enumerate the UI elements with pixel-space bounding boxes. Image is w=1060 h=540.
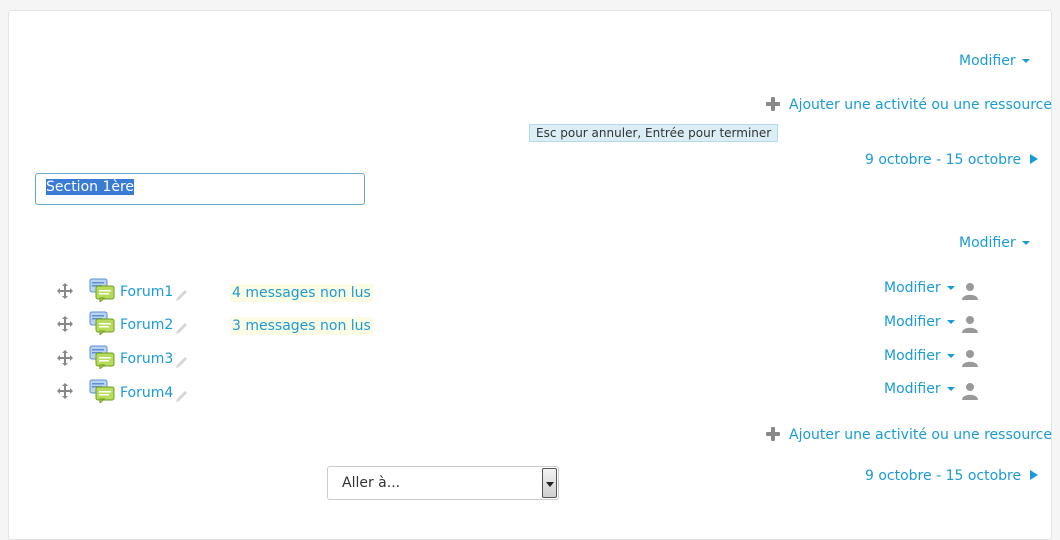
arrow-right-icon — [1029, 154, 1038, 164]
add-activity-link-bottom[interactable]: Ajouter une activité ou une ressource — [765, 426, 1052, 443]
modifier-label: Modifier — [884, 314, 941, 330]
section-modifier-menu-top[interactable]: Modifier — [959, 53, 1030, 69]
move-icon[interactable] — [57, 283, 73, 299]
date-range-link-bottom[interactable]: 9 octobre - 15 octobre — [865, 468, 1039, 484]
move-icon[interactable] — [57, 350, 73, 366]
forum-icon — [89, 379, 115, 403]
caret-down-icon — [946, 286, 955, 290]
activity-modifier-menu[interactable]: Modifier — [884, 348, 955, 364]
course-section-card: Modifier Ajouter une activité ou une res… — [8, 10, 1052, 540]
caret-down-icon — [946, 354, 955, 358]
user-icon[interactable] — [961, 349, 979, 367]
activity-modifier-menu[interactable]: Modifier — [884, 280, 955, 296]
add-activity-link-top[interactable]: Ajouter une activité ou une ressource — [765, 96, 1052, 113]
jump-to-select[interactable]: Aller à... — [327, 466, 559, 500]
caret-down-icon — [1021, 59, 1030, 63]
user-icon[interactable] — [961, 282, 979, 300]
unread-messages-link[interactable]: 3 messages non lus — [230, 317, 373, 335]
section-modifier-menu[interactable]: Modifier — [959, 235, 1030, 251]
move-icon[interactable] — [57, 316, 73, 332]
user-icon[interactable] — [961, 315, 979, 333]
activity-name-link[interactable]: Forum3 — [120, 351, 173, 367]
caret-down-icon — [1021, 241, 1030, 245]
pencil-icon[interactable] — [174, 388, 190, 404]
plus-icon — [765, 426, 781, 442]
add-activity-label: Ajouter une activité ou une ressource — [789, 427, 1052, 443]
activity-modifier-menu[interactable]: Modifier — [884, 314, 955, 330]
activity-name-link[interactable]: Forum2 — [120, 317, 173, 333]
section-name-value: Section 1ère — [46, 179, 135, 195]
edit-hint: Esc pour annuler, Entrée pour terminer — [529, 124, 779, 142]
plus-icon — [765, 96, 781, 112]
activity-modifier-menu[interactable]: Modifier — [884, 381, 955, 397]
forum-icon — [89, 311, 115, 335]
pencil-icon[interactable] — [174, 354, 190, 370]
chevron-down-icon[interactable] — [542, 468, 557, 498]
modifier-label: Modifier — [959, 235, 1016, 251]
forum-icon — [89, 345, 115, 369]
pencil-icon[interactable] — [174, 287, 190, 303]
arrow-right-icon — [1029, 470, 1038, 480]
modifier-label: Modifier — [884, 381, 941, 397]
pencil-icon[interactable] — [174, 320, 190, 336]
caret-down-icon — [946, 387, 955, 391]
move-icon[interactable] — [57, 383, 73, 399]
jump-to-select-value: Aller à... — [342, 475, 401, 491]
user-icon[interactable] — [961, 382, 979, 400]
modifier-label: Modifier — [959, 53, 1016, 69]
date-range-label: 9 octobre - 15 octobre — [865, 468, 1022, 484]
modifier-label: Modifier — [884, 348, 941, 364]
modifier-label: Modifier — [884, 280, 941, 296]
section-name-input[interactable]: Section 1ère — [35, 173, 365, 205]
date-range-link-top[interactable]: 9 octobre - 15 octobre — [865, 152, 1039, 168]
caret-down-icon — [946, 320, 955, 324]
forum-icon — [89, 278, 115, 302]
add-activity-label: Ajouter une activité ou une ressource — [789, 97, 1052, 113]
unread-messages-link[interactable]: 4 messages non lus — [230, 284, 373, 302]
date-range-label: 9 octobre - 15 octobre — [865, 152, 1022, 168]
activity-name-link[interactable]: Forum1 — [120, 284, 173, 300]
activity-name-link[interactable]: Forum4 — [120, 385, 173, 401]
